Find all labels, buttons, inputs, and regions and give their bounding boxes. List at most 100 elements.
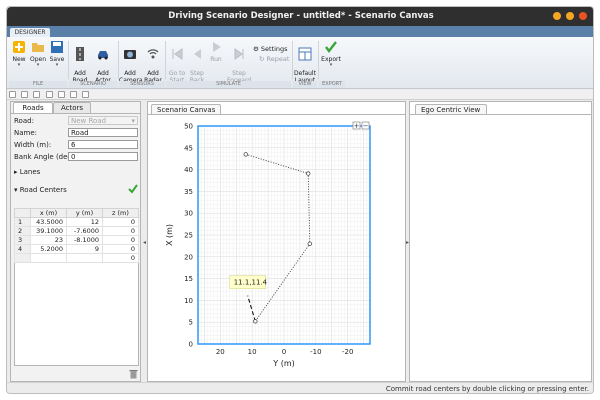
trash-icon[interactable] [129, 369, 138, 379]
x-axis-ticks: 20 10 0 -10 -20 [216, 348, 354, 356]
road-center-point[interactable] [307, 241, 312, 246]
cell-x[interactable]: 43.5000 [30, 217, 67, 227]
close-button[interactable] [579, 12, 587, 20]
window-controls [550, 12, 587, 22]
app-window: Driving Scenario Designer - untitled* - … [6, 6, 594, 394]
cell-y[interactable]: -8.1000 [66, 235, 103, 245]
road-center-point[interactable] [253, 319, 258, 324]
status-bar: Commit road centers by double clicking o… [7, 382, 593, 393]
divider [148, 114, 405, 115]
redo-icon[interactable] [70, 91, 78, 98]
y-tick-label: 5 [189, 319, 193, 327]
bank-angle-field[interactable]: 0 [68, 152, 138, 161]
settings-button[interactable]: ⚙ Settings [253, 45, 288, 53]
table-row[interactable]: 4 5.2000 9 0 [14, 244, 139, 254]
x-tick-label: 0 [282, 348, 286, 356]
splitter-handle[interactable]: ◂ [143, 239, 146, 246]
tab-actors[interactable]: Actors [53, 102, 91, 113]
open-button[interactable]: Open ▾ [29, 40, 47, 68]
ego-centric-view-title[interactable]: Ego Centric View [415, 104, 487, 114]
tab-roads[interactable]: Roads [13, 102, 53, 113]
layout-icon [298, 47, 312, 61]
column-header-z[interactable]: z (m) [102, 208, 139, 218]
cell-z[interactable]: 0 [102, 226, 139, 236]
plot-grid [197, 125, 371, 345]
cell-y[interactable]: 12 [66, 217, 103, 227]
y-tick-label: 30 [184, 210, 193, 218]
x-axis-label: Y (m) [272, 359, 294, 368]
copy-icon[interactable] [33, 91, 41, 98]
road-centers-section-toggle[interactable]: ▾ Road Centers [14, 186, 67, 194]
step-forward-button[interactable]: Step Forward [227, 40, 251, 84]
paste-icon[interactable] [45, 91, 53, 98]
roads-panel: Roads Actors Road: New Road ▾ Name: Road … [10, 101, 141, 382]
group-view: VIEW [293, 81, 317, 88]
run-button[interactable]: Run [208, 40, 224, 63]
y-tick-label: 0 [189, 341, 193, 349]
cell-x[interactable]: 39.1000 [30, 226, 67, 236]
road-select[interactable]: New Road ▾ [68, 116, 138, 125]
repeat-toggle[interactable]: ↻ Repeat [259, 55, 289, 63]
add-actor-button[interactable]: Add Actor [91, 40, 115, 84]
road-icon [76, 47, 84, 61]
x-tick-label: -10 [310, 348, 321, 356]
cell-z[interactable]: 0 [102, 253, 139, 263]
maximize-button[interactable] [565, 12, 574, 20]
cell-y[interactable]: 9 [66, 244, 103, 254]
cell-z[interactable]: 0 [102, 235, 139, 245]
commit-check-icon[interactable] [128, 184, 138, 194]
road-center-point[interactable] [306, 171, 311, 176]
table-row[interactable]: 1 43.5000 12 0 [14, 217, 139, 227]
step-forward-icon [234, 48, 244, 60]
name-label: Name: [14, 129, 38, 137]
group-scenario: SCENARIO [69, 81, 117, 88]
new-button[interactable]: New ▾ [11, 40, 27, 68]
lanes-section-toggle[interactable]: ▸ Lanes [14, 168, 40, 176]
go-to-start-button[interactable]: Go to Start [167, 40, 187, 84]
run-icon [213, 42, 221, 52]
name-field[interactable]: Road [68, 128, 138, 137]
column-header-x[interactable]: x (m) [30, 208, 67, 218]
divider [11, 113, 140, 114]
quick-access-toolbar [7, 90, 593, 100]
cell-z[interactable]: 0 [102, 244, 139, 254]
row-index: 2 [14, 226, 31, 236]
y-tick-label: 25 [184, 232, 193, 240]
add-camera-button[interactable]: Add Camera [119, 40, 143, 84]
save-icon[interactable] [9, 91, 16, 98]
scenario-canvas-title[interactable]: Scenario Canvas [151, 104, 222, 114]
undo-icon[interactable] [57, 91, 65, 98]
width-field[interactable]: 6 [68, 140, 138, 149]
cell-x[interactable]: 5.2000 [30, 244, 67, 254]
table-row[interactable]: 0 [14, 253, 139, 263]
cell-y[interactable] [66, 253, 103, 263]
add-radar-button[interactable]: Add Radar [143, 40, 163, 84]
default-layout-button[interactable]: Default Layout [294, 40, 316, 84]
add-road-button[interactable]: Add Road [70, 40, 90, 84]
help-icon[interactable] [82, 91, 90, 98]
export-button[interactable]: Export ▾ [320, 40, 342, 68]
run-label: Run [210, 56, 222, 63]
window-title: Driving Scenario Designer - untitled* - … [168, 11, 434, 21]
road-label: Road: [14, 117, 34, 125]
save-button[interactable]: Save ▾ [49, 40, 65, 68]
divider [410, 114, 591, 115]
cut-icon[interactable] [21, 91, 29, 98]
cell-x[interactable] [30, 253, 67, 263]
step-back-button[interactable]: Step Back [188, 40, 206, 84]
road-center-point[interactable] [243, 152, 248, 157]
cell-y[interactable]: -7.6000 [66, 226, 103, 236]
table-row[interactable]: 2 39.1000 -7.6000 0 [14, 226, 139, 236]
radar-icon [147, 49, 159, 59]
repeat-icon: ↻ [259, 55, 265, 63]
scenario-plot[interactable]: 0 5 10 15 20 25 30 35 40 45 50 20 10 0 -10 -20 X (m) Y… [148, 116, 405, 381]
cell-z[interactable]: 0 [102, 217, 139, 227]
table-row[interactable]: 3 23 -8.1000 0 [14, 235, 139, 245]
width-label: Width (m): [14, 141, 52, 149]
cell-x[interactable]: 23 [30, 235, 67, 245]
minimize-button[interactable] [552, 12, 561, 20]
column-header-y[interactable]: y (m) [66, 208, 103, 218]
status-text: Commit road centers by double clicking o… [385, 385, 589, 393]
zoom-in-icon: + [354, 122, 360, 130]
tab-designer[interactable]: DESIGNER [10, 28, 50, 37]
